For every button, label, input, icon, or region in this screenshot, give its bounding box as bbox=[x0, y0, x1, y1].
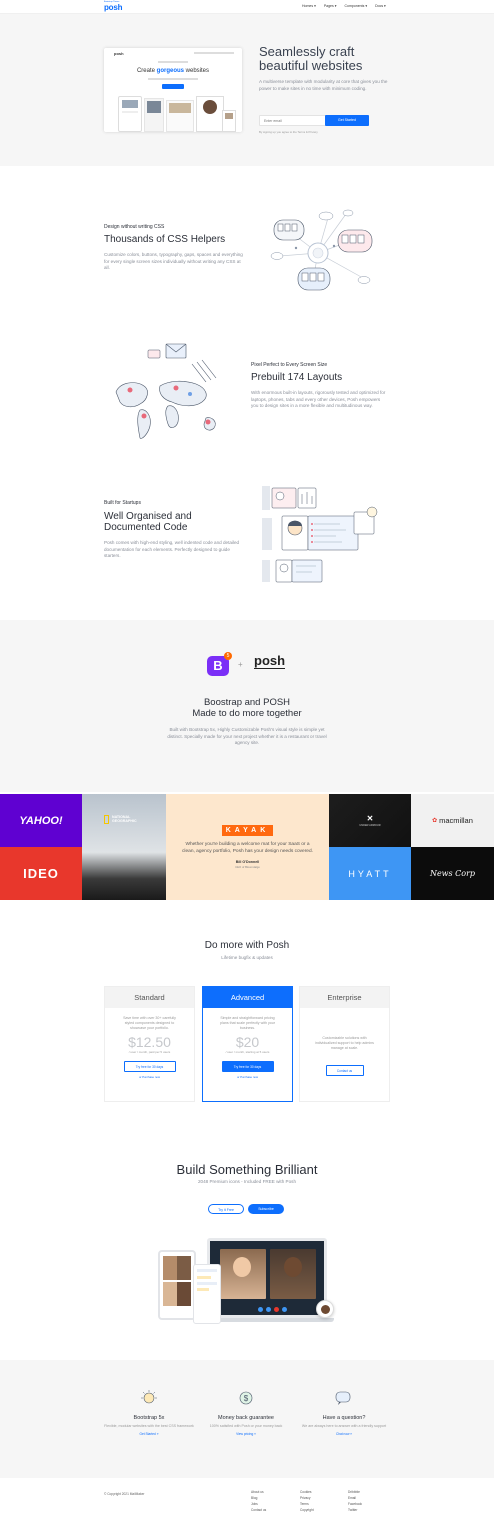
perk-link[interactable]: View pricing » bbox=[201, 1432, 291, 1436]
plan-description: Customizable solutions with individualiz… bbox=[315, 1036, 374, 1050]
pricing-title: Do more with Posh bbox=[204, 940, 290, 951]
feature-title: Prebuilt 174 Layouts bbox=[251, 372, 343, 383]
copyright: © Copyright 2021 MailMaker bbox=[104, 1492, 145, 1496]
pricing-card-advanced: Advanced Simple and straightforward pric… bbox=[202, 986, 293, 1102]
pricing-subtitle: Lifetime bugfix & updates bbox=[221, 955, 273, 960]
feature-title: Thousands of CSS Helpers bbox=[104, 234, 226, 245]
nav-label: Pages bbox=[323, 4, 334, 8]
plan-period: / user / month, starting at 5 users bbox=[225, 1050, 270, 1054]
get-started-button[interactable]: Get Started bbox=[325, 115, 369, 126]
testimonial-quote: Whether you're building a welcome mat fo… bbox=[182, 842, 313, 854]
nav-links: Homes ▾ Pages ▾ Components ▾ Docs ▾ bbox=[302, 4, 386, 8]
perk-description: Flexible, modular websites with the best… bbox=[104, 1424, 194, 1428]
mock-logo: posh bbox=[114, 51, 124, 56]
perk-link[interactable]: Chat now » bbox=[299, 1432, 389, 1436]
world-map-illustration bbox=[115, 343, 217, 439]
hero-section bbox=[0, 14, 494, 166]
nav-item-pages[interactable]: Pages ▾ bbox=[324, 4, 337, 8]
mock-title: Create gorgeous websites bbox=[136, 68, 210, 74]
plan-price: $20 bbox=[235, 1034, 260, 1050]
feature-kicker: Built for Startups bbox=[104, 500, 141, 506]
plan-name: Standard bbox=[105, 987, 194, 1008]
laptop-video-call bbox=[207, 1238, 327, 1318]
try-free-button[interactable]: Try free for 30 days bbox=[221, 1061, 274, 1072]
pricing-card-enterprise: Enterprise Customizable solutions with i… bbox=[299, 986, 390, 1102]
perk-money-back: $ Money back guarantee 100% satisfied wi… bbox=[201, 1390, 291, 1436]
yahoo-logo-tile: YAHOO! bbox=[0, 794, 82, 847]
hero-title: Seamlessly craft beautiful websites bbox=[259, 44, 363, 73]
try-free-pill-button[interactable]: Try it Free bbox=[208, 1204, 244, 1214]
svg-text:$: $ bbox=[244, 1394, 249, 1403]
plan-period: / user / month, paid per 5 users bbox=[128, 1050, 171, 1054]
testimonial-role: CEO of Bloomdalgo bbox=[235, 865, 260, 869]
underarmour-tile: ✕ UNDER ARMOUR bbox=[329, 794, 411, 847]
footer-col-social: Dribbble Email Facebook Twitter bbox=[348, 1489, 362, 1513]
nav-label: Components bbox=[344, 4, 365, 8]
plan-name: Enterprise bbox=[300, 987, 389, 1008]
tablet-chat bbox=[193, 1264, 221, 1324]
nav-item-docs[interactable]: Docs ▾ bbox=[375, 4, 386, 8]
footer-col-legal: Cookies Privacy Terms Copyright bbox=[300, 1489, 314, 1513]
plan-description: Simple and straightforward pricing plans… bbox=[220, 1016, 275, 1030]
money-icon: $ bbox=[239, 1391, 253, 1405]
lightbulb-icon bbox=[141, 1390, 157, 1404]
terms-note: By signing up you agree to the Terms & P… bbox=[259, 130, 318, 134]
macmillan-tile: ✿ macmillan bbox=[411, 794, 494, 847]
footer-col-company: About us Blog Jobs Contact us bbox=[251, 1489, 266, 1513]
bootstrap-title: Boostrap and POSH Made to do more togethe… bbox=[192, 697, 302, 719]
nav-item-homes[interactable]: Homes ▾ bbox=[302, 4, 316, 8]
perk-title: Money back guarantee bbox=[218, 1415, 274, 1421]
posh-logo[interactable]: posh bbox=[104, 3, 123, 12]
feature-text: With enormous built-in layouts, rigorous… bbox=[251, 390, 386, 408]
feature-kicker: Design without writing CSS bbox=[104, 224, 165, 230]
bootstrap-text: Built with Bootstrap 5x, Highly Customiz… bbox=[167, 727, 327, 745]
footer-link[interactable]: Twitter bbox=[348, 1507, 362, 1513]
phone-video-call bbox=[158, 1250, 196, 1320]
try-free-button[interactable]: Try free for 30 days bbox=[123, 1061, 176, 1072]
plan-price: $12.50 bbox=[128, 1034, 171, 1050]
css-helpers-illustration bbox=[270, 209, 373, 291]
plus-icon: + bbox=[238, 660, 243, 669]
perk-link[interactable]: Get Started » bbox=[104, 1432, 194, 1436]
perk-description: We are always here to answer with a frie… bbox=[301, 1424, 387, 1428]
perk-bootstrap: Bootstrap 5x Flexible, modular websites … bbox=[104, 1390, 194, 1436]
footer-link[interactable]: Copyright bbox=[300, 1507, 314, 1513]
contact-us-button[interactable]: Contact us bbox=[325, 1065, 364, 1076]
hero-screenshot: posh Create gorgeous websites bbox=[104, 48, 242, 132]
caller-avatar bbox=[316, 1300, 334, 1318]
feature-title: Well Organised and Documented Code bbox=[104, 511, 192, 533]
testimonial-author: Bill O'Donnell bbox=[235, 860, 260, 864]
build-title: Build Something Brilliant bbox=[176, 1162, 318, 1177]
code-docs-illustration bbox=[262, 486, 378, 583]
version-badge: 5 bbox=[224, 652, 232, 660]
build-subtitle: 2048 Premium icons - Included FREE with … bbox=[197, 1179, 297, 1184]
top-navbar bbox=[0, 0, 494, 14]
nav-item-components[interactable]: Components ▾ bbox=[345, 4, 368, 8]
natgeo-photo-tile: NATIONAL GEOGRAPHIC bbox=[82, 794, 166, 900]
feature-kicker: Pixel Perfect to Every Screen Size bbox=[251, 362, 328, 368]
perk-title: Bootstrap 5x bbox=[133, 1415, 165, 1421]
chat-bubble-icon bbox=[335, 1391, 351, 1405]
footer-link[interactable]: Contact us bbox=[251, 1507, 266, 1513]
feature-text: Customize colors, buttons, typography, g… bbox=[104, 252, 243, 270]
ideo-logo-tile: IDEO bbox=[0, 847, 82, 900]
kayak-logo: KAYAK bbox=[221, 825, 274, 836]
testimonial-tile: KAYAK Whether you're building a welcome … bbox=[166, 794, 329, 900]
perk-title: Have a question? bbox=[322, 1415, 366, 1421]
plan-name: Advanced bbox=[203, 987, 292, 1008]
nav-label: Homes bbox=[302, 4, 314, 8]
perk-question: Have a question? We are always here to a… bbox=[299, 1390, 389, 1436]
nav-label: Docs bbox=[375, 4, 384, 8]
pricing-card-standard: Standard Save time with over 30+ careful… bbox=[104, 986, 195, 1102]
hero-subtitle: A multiverse template with modularity at… bbox=[259, 79, 388, 91]
perk-description: 100% satisfied with Posh or your money b… bbox=[209, 1424, 283, 1428]
newscorp-tile: News Corp bbox=[411, 847, 494, 900]
plan-description: Save time with over 30+ carefully styled… bbox=[123, 1016, 176, 1030]
purchase-link[interactable]: or Purchase now bbox=[105, 1075, 194, 1079]
hyatt-tile: HYATT bbox=[329, 847, 411, 900]
subscribe-button[interactable]: Subscribe bbox=[248, 1204, 284, 1214]
purchase-link[interactable]: or Purchase now bbox=[203, 1075, 292, 1079]
posh-logo-large: posh bbox=[254, 653, 286, 669]
feature-text: Posh comes with high-end styling, well i… bbox=[104, 540, 240, 558]
